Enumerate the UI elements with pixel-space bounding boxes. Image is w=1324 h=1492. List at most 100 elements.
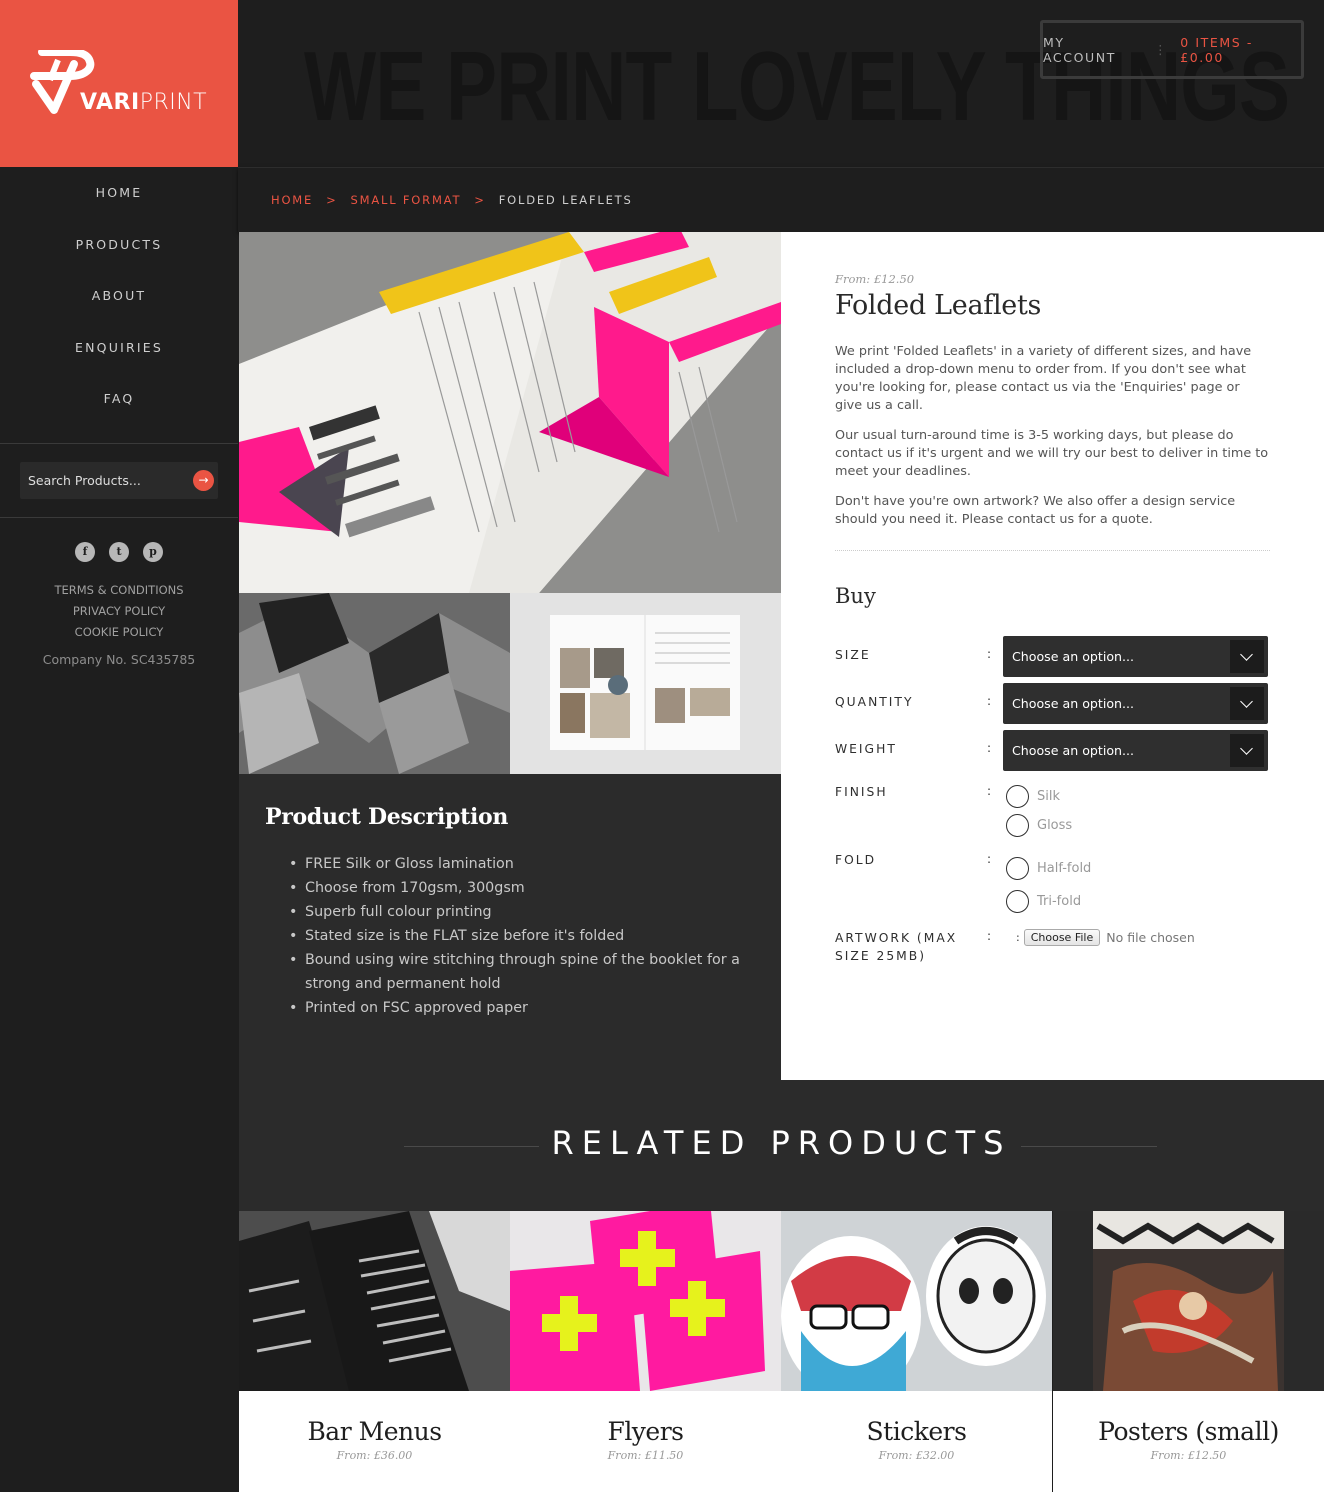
logo[interactable]: VARIPRINT [0, 0, 238, 167]
related-product-card[interactable]: Posters (small) From: £12.50 [1053, 1211, 1324, 1492]
leaflet-thumb-photo [239, 593, 510, 774]
stickers-photo [781, 1211, 1052, 1391]
size-label: SIZE [835, 648, 871, 662]
quantity-select-value: Choose an option... [1012, 696, 1135, 711]
divider [0, 442, 238, 444]
quantity-select[interactable]: Choose an option... [1003, 683, 1268, 724]
product-paragraph: We print 'Folded Leaflets' in a variety … [835, 344, 1252, 413]
search-box: → [20, 461, 218, 499]
social-links: ftp [0, 540, 238, 562]
product-paragraph: Our usual turn-around time is 3-5 workin… [835, 428, 1269, 479]
related-product-name: Bar Menus [307, 1417, 442, 1446]
chevron-down-icon [1230, 687, 1264, 720]
weight-select-value: Choose an option... [1012, 743, 1135, 758]
related-product-image [781, 1211, 1052, 1391]
privacy-link[interactable]: PRIVACY POLICY [0, 601, 238, 622]
colon: : [987, 741, 992, 755]
breadcrumb-current: FOLDED LEAFLETS [498, 193, 633, 207]
search-submit-icon[interactable]: → [193, 469, 214, 491]
radio-circle [1006, 890, 1029, 913]
feature-item: Choose from 170gsm, 300gsm [289, 876, 755, 900]
brochure-thumb-photo [510, 593, 781, 774]
related-product-card[interactable]: Flyers From: £11.50 [510, 1211, 781, 1492]
my-account-link[interactable]: MY ACCOUNT [1043, 35, 1142, 65]
related-product-name: Flyers [607, 1417, 684, 1446]
weight-select[interactable]: Choose an option... [1003, 730, 1268, 771]
buy-heading: Buy [835, 584, 876, 608]
breadcrumb-separator: > [474, 193, 486, 207]
fold-tri-radio[interactable]: Tri-fold [1006, 890, 1081, 913]
divider [835, 550, 1270, 551]
poster-photo [1053, 1211, 1324, 1391]
artwork-label: ARTWORK (MAX SIZE 25MB) [835, 931, 958, 963]
nav-products[interactable]: PRODUCTS [0, 233, 238, 285]
bar-menu-photo [239, 1211, 510, 1391]
fold-half-radio[interactable]: Half-fold [1006, 857, 1091, 880]
colon: : [987, 929, 992, 943]
breadcrumb: HOME > SMALL FORMAT > FOLDED LEAFLETS [238, 167, 1324, 232]
leaflet-photo [239, 232, 781, 593]
radio-circle [1006, 785, 1029, 808]
search-input[interactable] [20, 461, 218, 499]
choose-file-button[interactable]: Choose File [1023, 929, 1101, 946]
nav-enquiries[interactable]: ENQUIRIES [0, 336, 238, 388]
fold-half-label: Half-fold [1037, 861, 1092, 876]
breadcrumb-home[interactable]: HOME [271, 193, 313, 207]
divider [0, 516, 238, 518]
chevron-down-icon [1230, 640, 1264, 673]
feature-item: Superb full colour printing [289, 900, 755, 924]
related-product-price: From: £36.00 [336, 1449, 413, 1462]
radio-circle [1006, 857, 1029, 880]
feature-item: Stated size is the FLAT size before it's… [289, 924, 755, 948]
pinterest-icon[interactable]: p [143, 541, 163, 562]
facebook-icon[interactable]: f [75, 541, 95, 562]
breadcrumb-category[interactable]: SMALL FORMAT [351, 193, 462, 207]
logo-wordmark: VARIPRINT [80, 90, 208, 115]
finish-silk-label: Silk [1037, 789, 1061, 804]
twitter-icon[interactable]: t [109, 541, 129, 562]
nav-home[interactable]: HOME [0, 181, 238, 233]
finish-gloss-radio[interactable]: Gloss [1006, 814, 1072, 837]
related-product-price: From: £32.00 [878, 1449, 955, 1462]
finish-gloss-label: Gloss [1037, 818, 1073, 833]
related-product-card[interactable]: Stickers From: £32.00 [781, 1211, 1052, 1492]
colon: : [987, 694, 992, 708]
size-select[interactable]: Choose an option... [1003, 636, 1268, 677]
finish-silk-radio[interactable]: Silk [1006, 785, 1060, 808]
fold-tri-label: Tri-fold [1037, 894, 1082, 909]
product-thumbnail-2[interactable] [510, 593, 781, 774]
related-product-price: From: £12.50 [1150, 1449, 1227, 1462]
related-products-header: RELATED PRODUCTS [239, 1080, 1324, 1211]
feature-item: Bound using wire stitching through spine… [289, 948, 755, 996]
related-product-name: Posters (small) [1098, 1417, 1279, 1446]
related-product-image [510, 1211, 781, 1391]
related-heading: RELATED PRODUCTS [551, 1124, 1012, 1162]
product-image-main[interactable] [239, 232, 781, 593]
colon: : [987, 784, 992, 798]
cookie-link[interactable]: COOKIE POLICY [0, 622, 238, 643]
nav-faq[interactable]: FAQ [0, 387, 238, 439]
related-product-image [1053, 1211, 1324, 1391]
related-product-name: Stickers [866, 1417, 967, 1446]
page: VARIPRINT HOME PRODUCTS ABOUT ENQUIRIES … [0, 0, 1324, 1492]
product-info: From: £12.50 Folded Leaflets We print 'F… [781, 232, 1324, 1080]
related-product-image [239, 1211, 510, 1391]
company-number: Company No. SC435785 [42, 651, 196, 667]
artwork-upload: : Choose File No file chosen [1016, 929, 1195, 946]
feature-item: FREE Silk or Gloss lamination [289, 852, 755, 876]
related-product-card[interactable]: Bar Menus From: £36.00 [239, 1211, 510, 1492]
terms-link[interactable]: TERMS & CONDITIONS [0, 580, 238, 601]
fold-label: FOLD [835, 853, 877, 867]
account-bar: MY ACCOUNT ⋮ 0 ITEMS - £0.00 [1040, 20, 1304, 79]
radio-circle [1006, 814, 1029, 837]
quantity-label: QUANTITY [835, 695, 914, 709]
related-product-price: From: £11.50 [607, 1449, 684, 1462]
feature-item: Printed on FSC approved paper [289, 996, 755, 1020]
product-thumbnail-1[interactable] [239, 593, 510, 774]
nav-about[interactable]: ABOUT [0, 284, 238, 336]
flyers-photo [510, 1211, 781, 1391]
colon: : [987, 852, 992, 866]
cart-link[interactable]: 0 ITEMS - £0.00 [1180, 35, 1301, 65]
colon: : [1016, 931, 1020, 944]
finish-label: FINISH [835, 785, 888, 799]
